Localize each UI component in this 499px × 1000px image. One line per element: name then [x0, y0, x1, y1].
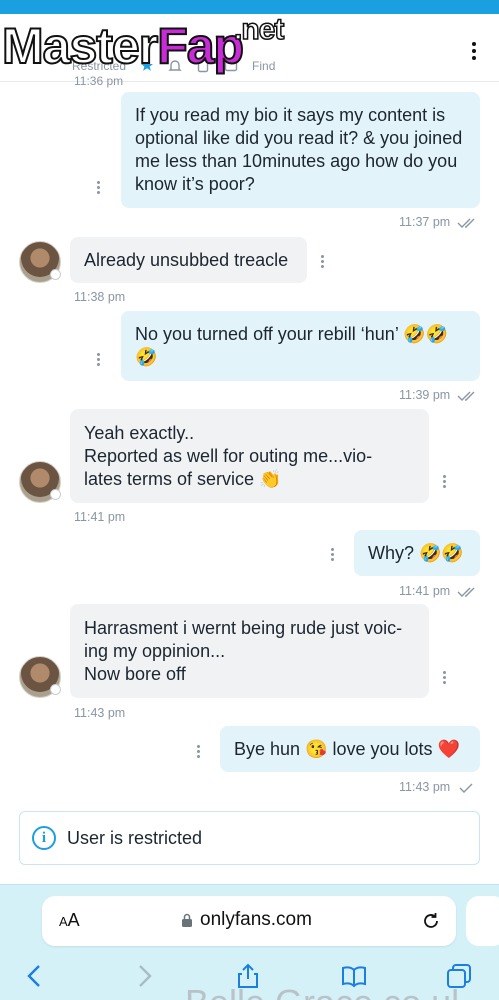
forward-icon[interactable]	[131, 963, 157, 989]
message-options-icon[interactable]	[331, 548, 335, 562]
message-time: 11:38 pm	[74, 290, 126, 304]
message-time: 11:41 pm	[74, 510, 126, 524]
message-bubble-incoming[interactable]: Yeah exactly.. Reported as well for outi…	[70, 409, 429, 503]
message-bubble-outgoing[interactable]: No you turned off your rebill ‘hun’ 🤣🤣 🤣	[121, 311, 480, 381]
message-time: 11:41 pm	[399, 584, 451, 598]
back-icon[interactable]	[22, 963, 48, 989]
message-text: No you turned off your rebill ‘hun’ 🤣🤣 🤣	[135, 324, 448, 367]
next-tab-preview[interactable]	[466, 896, 499, 946]
read-receipt-icon	[457, 218, 475, 228]
message-bubble-incoming[interactable]: Already unsubbed treacle	[70, 237, 307, 283]
message-options-icon[interactable]	[321, 255, 325, 269]
info-icon: i	[32, 826, 56, 850]
earlier-timestamp: 11:36 pm	[74, 74, 124, 88]
message-bubble-outgoing[interactable]: Bye hun 😘 love you lots ❤️	[220, 726, 480, 772]
message-bubble-incoming[interactable]: Harrasment i wernt being rude just voic-…	[70, 604, 429, 698]
avatar[interactable]	[19, 241, 61, 283]
message-text: Bye hun 😘 love you lots ❤️	[234, 738, 460, 759]
message-options-icon[interactable]	[97, 181, 101, 195]
avatar[interactable]	[19, 656, 61, 698]
message-time: 11:43 pm	[74, 706, 126, 720]
message-time: 11:39 pm	[399, 388, 451, 402]
message-text: Already unsubbed treacle	[84, 249, 289, 270]
masterfap-watermark-logo: MasterFap .net	[1, 12, 285, 75]
url-text: onlyfans.com	[200, 909, 312, 930]
message-text: Harrasment i wernt being rude just voic-…	[84, 617, 403, 684]
message-time: 11:43 pm	[399, 780, 451, 794]
lock-icon	[182, 913, 192, 927]
restricted-notice-text: User is restricted	[67, 827, 203, 848]
address-bar[interactable]: AA onlyfans.com	[42, 896, 456, 946]
message-options-icon[interactable]	[197, 745, 201, 759]
more-options-icon[interactable]	[469, 40, 479, 64]
text-size-button[interactable]: AA	[59, 910, 80, 931]
message-text: If you read my bio it says my content is…	[135, 105, 463, 194]
online-status-icon	[50, 684, 61, 695]
read-receipt-icon	[457, 391, 475, 401]
online-status-icon	[50, 489, 61, 500]
message-bubble-outgoing[interactable]: If you read my bio it says my content is…	[121, 92, 480, 208]
reload-icon[interactable]	[420, 910, 442, 932]
message-options-icon[interactable]	[443, 475, 447, 489]
background-page-text: Belle Grace co ul	[185, 982, 459, 1000]
online-status-icon	[50, 269, 61, 280]
find-link[interactable]: Find	[252, 59, 275, 73]
read-receipt-icon	[457, 587, 475, 597]
message-text: Why? 🤣🤣	[368, 542, 464, 563]
sent-check-icon	[459, 783, 473, 793]
chat-header: Restricted Find MasterFap .net	[0, 12, 499, 82]
message-time: 11:37 pm	[399, 215, 451, 229]
message-options-icon[interactable]	[443, 671, 447, 685]
message-text: Yeah exactly.. Reported as well for outi…	[84, 422, 373, 489]
restricted-notice: i User is restricted	[19, 811, 480, 865]
message-bubble-outgoing[interactable]: Why? 🤣🤣	[354, 530, 480, 576]
message-options-icon[interactable]	[97, 353, 101, 367]
avatar[interactable]	[19, 461, 61, 503]
